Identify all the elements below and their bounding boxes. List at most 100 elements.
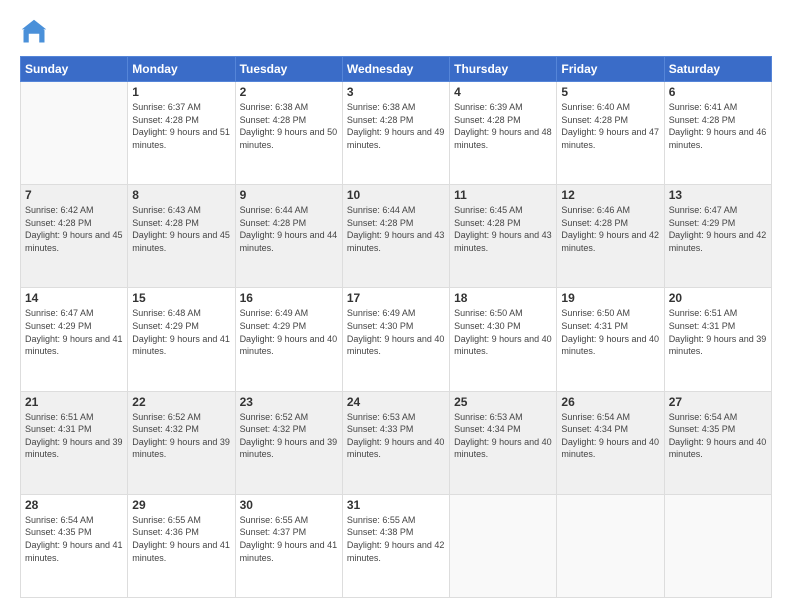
calendar-cell: 7 Sunrise: 6:42 AMSunset: 4:28 PMDaylight… [21,185,128,288]
day-info: Sunrise: 6:38 AMSunset: 4:28 PMDaylight:… [347,101,445,151]
calendar-cell: 1 Sunrise: 6:37 AMSunset: 4:28 PMDaylight… [128,82,235,185]
calendar-cell: 6 Sunrise: 6:41 AMSunset: 4:28 PMDaylight… [664,82,771,185]
day-info: Sunrise: 6:41 AMSunset: 4:28 PMDaylight:… [669,101,767,151]
day-number: 7 [25,188,123,202]
calendar-cell: 8 Sunrise: 6:43 AMSunset: 4:28 PMDaylight… [128,185,235,288]
day-number: 11 [454,188,552,202]
calendar-cell: 30 Sunrise: 6:55 AMSunset: 4:37 PMDayligh… [235,494,342,597]
header [20,18,772,46]
day-info: Sunrise: 6:52 AMSunset: 4:32 PMDaylight:… [132,411,230,461]
calendar-cell: 28Sunrise: 6:54 AMSunset: 4:35 PMDayligh… [21,494,128,597]
day-number: 9 [240,188,338,202]
day-info: Sunrise: 6:37 AMSunset: 4:28 PMDaylight:… [132,101,230,151]
calendar: SundayMondayTuesdayWednesdayThursdayFrid… [20,56,772,598]
day-number: 4 [454,85,552,99]
day-info: Sunrise: 6:43 AMSunset: 4:28 PMDaylight:… [132,204,230,254]
calendar-cell: 24 Sunrise: 6:53 AMSunset: 4:33 PMDayligh… [342,391,449,494]
calendar-cell: 22Sunrise: 6:52 AMSunset: 4:32 PMDayligh… [128,391,235,494]
calendar-cell [557,494,664,597]
calendar-cell: 3 Sunrise: 6:38 AMSunset: 4:28 PMDaylight… [342,82,449,185]
day-info: Sunrise: 6:55 AMSunset: 4:36 PMDaylight:… [132,514,230,564]
day-info: Sunrise: 6:48 AMSunset: 4:29 PMDaylight:… [132,307,230,357]
logo [20,18,52,46]
calendar-cell: 9 Sunrise: 6:44 AMSunset: 4:28 PMDaylight… [235,185,342,288]
day-number: 13 [669,188,767,202]
day-info: Sunrise: 6:55 AMSunset: 4:37 PMDaylight:… [240,514,338,564]
day-info: Sunrise: 6:49 AMSunset: 4:30 PMDaylight:… [347,307,445,357]
calendar-cell [450,494,557,597]
day-number: 31 [347,498,445,512]
day-number: 29 [132,498,230,512]
calendar-cell: 31 Sunrise: 6:55 AMSunset: 4:38 PMDayligh… [342,494,449,597]
calendar-cell: 11 Sunrise: 6:45 AMSunset: 4:28 PMDayligh… [450,185,557,288]
day-info: Sunrise: 6:51 AMSunset: 4:31 PMDaylight:… [25,411,123,461]
calendar-cell: 15 Sunrise: 6:48 AMSunset: 4:29 PMDayligh… [128,288,235,391]
calendar-cell [21,82,128,185]
calendar-cell: 25 Sunrise: 6:53 AMSunset: 4:34 PMDayligh… [450,391,557,494]
day-info: Sunrise: 6:44 AMSunset: 4:28 PMDaylight:… [347,204,445,254]
day-number: 10 [347,188,445,202]
calendar-cell: 18 Sunrise: 6:50 AMSunset: 4:30 PMDayligh… [450,288,557,391]
day-info: Sunrise: 6:39 AMSunset: 4:28 PMDaylight:… [454,101,552,151]
weekday-header: Friday [557,57,664,82]
weekday-header: Thursday [450,57,557,82]
day-number: 16 [240,291,338,305]
day-info: Sunrise: 6:53 AMSunset: 4:34 PMDaylight:… [454,411,552,461]
weekday-header: Monday [128,57,235,82]
day-number: 18 [454,291,552,305]
day-info: Sunrise: 6:54 AMSunset: 4:34 PMDaylight:… [561,411,659,461]
day-info: Sunrise: 6:54 AMSunset: 4:35 PMDaylight:… [669,411,767,461]
day-info: Sunrise: 6:53 AMSunset: 4:33 PMDaylight:… [347,411,445,461]
calendar-cell: 14 Sunrise: 6:47 AMSunset: 4:29 PMDayligh… [21,288,128,391]
calendar-cell: 17 Sunrise: 6:49 AMSunset: 4:30 PMDayligh… [342,288,449,391]
calendar-cell: 16 Sunrise: 6:49 AMSunset: 4:29 PMDayligh… [235,288,342,391]
day-info: Sunrise: 6:40 AMSunset: 4:28 PMDaylight:… [561,101,659,151]
day-number: 15 [132,291,230,305]
day-number: 28 [25,498,123,512]
day-info: Sunrise: 6:47 AMSunset: 4:29 PMDaylight:… [669,204,767,254]
calendar-cell: 5 Sunrise: 6:40 AMSunset: 4:28 PMDaylight… [557,82,664,185]
day-number: 8 [132,188,230,202]
day-number: 3 [347,85,445,99]
calendar-cell: 19 Sunrise: 6:50 AMSunset: 4:31 PMDayligh… [557,288,664,391]
page: SundayMondayTuesdayWednesdayThursdayFrid… [0,0,792,612]
day-info: Sunrise: 6:52 AMSunset: 4:32 PMDaylight:… [240,411,338,461]
day-info: Sunrise: 6:50 AMSunset: 4:30 PMDaylight:… [454,307,552,357]
day-info: Sunrise: 6:49 AMSunset: 4:29 PMDaylight:… [240,307,338,357]
calendar-cell: 4 Sunrise: 6:39 AMSunset: 4:28 PMDaylight… [450,82,557,185]
calendar-cell: 20 Sunrise: 6:51 AMSunset: 4:31 PMDayligh… [664,288,771,391]
day-number: 17 [347,291,445,305]
day-number: 6 [669,85,767,99]
calendar-cell: 29 Sunrise: 6:55 AMSunset: 4:36 PMDayligh… [128,494,235,597]
day-info: Sunrise: 6:38 AMSunset: 4:28 PMDaylight:… [240,101,338,151]
day-number: 12 [561,188,659,202]
calendar-cell: 27Sunrise: 6:54 AMSunset: 4:35 PMDayligh… [664,391,771,494]
weekday-header: Wednesday [342,57,449,82]
day-info: Sunrise: 6:44 AMSunset: 4:28 PMDaylight:… [240,204,338,254]
calendar-cell: 26 Sunrise: 6:54 AMSunset: 4:34 PMDayligh… [557,391,664,494]
logo-icon [20,18,48,46]
day-number: 30 [240,498,338,512]
day-info: Sunrise: 6:55 AMSunset: 4:38 PMDaylight:… [347,514,445,564]
day-number: 24 [347,395,445,409]
calendar-cell: 2 Sunrise: 6:38 AMSunset: 4:28 PMDaylight… [235,82,342,185]
calendar-cell: 10 Sunrise: 6:44 AMSunset: 4:28 PMDayligh… [342,185,449,288]
day-info: Sunrise: 6:50 AMSunset: 4:31 PMDaylight:… [561,307,659,357]
day-number: 26 [561,395,659,409]
day-info: Sunrise: 6:51 AMSunset: 4:31 PMDaylight:… [669,307,767,357]
day-info: Sunrise: 6:46 AMSunset: 4:28 PMDaylight:… [561,204,659,254]
day-number: 5 [561,85,659,99]
weekday-header: Tuesday [235,57,342,82]
day-number: 20 [669,291,767,305]
calendar-cell: 23 Sunrise: 6:52 AMSunset: 4:32 PMDayligh… [235,391,342,494]
day-number: 23 [240,395,338,409]
day-info: Sunrise: 6:45 AMSunset: 4:28 PMDaylight:… [454,204,552,254]
day-info: Sunrise: 6:47 AMSunset: 4:29 PMDaylight:… [25,307,123,357]
weekday-header: Sunday [21,57,128,82]
day-number: 2 [240,85,338,99]
day-number: 19 [561,291,659,305]
day-info: Sunrise: 6:42 AMSunset: 4:28 PMDaylight:… [25,204,123,254]
day-number: 14 [25,291,123,305]
day-number: 1 [132,85,230,99]
day-number: 25 [454,395,552,409]
